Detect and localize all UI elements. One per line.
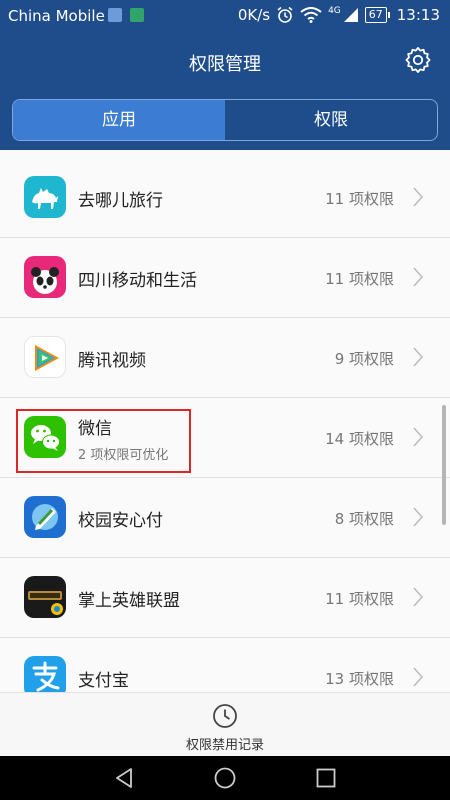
clock: 13:13 <box>396 6 440 24</box>
bottom-action-bar[interactable]: 权限禁用记录 <box>0 692 450 756</box>
alipay-app-icon <box>24 656 66 692</box>
permission-count: 14 项权限 <box>325 430 394 448</box>
permission-count: 11 项权限 <box>325 190 394 208</box>
tab-permissions[interactable]: 权限 <box>225 100 437 140</box>
permission-count: 11 项权限 <box>325 270 394 288</box>
alarm-icon <box>277 6 293 23</box>
list-item-campus-pay[interactable]: 校园安心付 8 项权限 <box>0 478 450 558</box>
status-bar: China Mobile 0K/s 4G 67 13:13 <box>0 0 450 32</box>
settings-gear-icon[interactable] <box>404 46 432 74</box>
chevron-right-icon <box>413 347 424 367</box>
system-nav-bar <box>0 756 450 800</box>
battery-level: 67 <box>364 7 390 23</box>
tab-apps[interactable]: 应用 <box>13 100 225 140</box>
list-item-sichuan-mobile[interactable]: 四川移动和生活 11 项权限 <box>0 238 450 318</box>
view-tabs: 应用 权限 <box>12 99 438 141</box>
permission-count: 9 项权限 <box>334 350 394 368</box>
page-title: 权限管理 <box>189 54 261 75</box>
scrollbar[interactable] <box>442 405 446 525</box>
app-name: 去哪儿旅行 <box>78 191 163 211</box>
app-name: 腾讯视频 <box>78 351 146 371</box>
chevron-right-icon <box>413 507 424 527</box>
chevron-right-icon <box>413 187 424 207</box>
app-name: 四川移动和生活 <box>78 271 197 291</box>
list-item-tencent-video[interactable]: 腾讯视频 9 项权限 <box>0 318 450 398</box>
history-clock-icon <box>213 704 237 728</box>
app-header: 权限管理 应用 权限 <box>0 32 450 150</box>
list-item-alipay[interactable]: 支付宝 13 项权限 <box>0 638 450 692</box>
network-speed: 0K/s <box>237 6 271 24</box>
network-type: 4G <box>328 6 341 16</box>
permission-disable-record-label: 权限禁用记录 <box>185 738 264 753</box>
app-name: 掌上英雄联盟 <box>78 591 180 611</box>
back-icon[interactable] <box>112 766 136 790</box>
tencent-video-app-icon <box>24 336 66 378</box>
campus-pay-app-icon <box>24 496 66 538</box>
recents-icon[interactable] <box>314 766 338 790</box>
app-name: 校园安心付 <box>78 511 163 531</box>
permission-count: 8 项权限 <box>334 510 394 528</box>
sichuan-mobile-app-icon <box>24 256 66 298</box>
list-item-qunar[interactable]: 去哪儿旅行 11 项权限 <box>0 158 450 238</box>
chevron-right-icon <box>413 667 424 687</box>
wifi-icon <box>300 7 322 23</box>
chevron-right-icon <box>413 587 424 607</box>
permission-count: 13 项权限 <box>325 670 394 688</box>
signal-icon <box>343 8 358 22</box>
carrier-label: China Mobile <box>8 7 105 25</box>
gallery-notification-icon <box>108 8 122 22</box>
chevron-right-icon <box>413 427 424 447</box>
wechat-highlight-box <box>16 409 191 473</box>
qunar-app-icon <box>24 176 66 218</box>
home-icon[interactable] <box>213 766 237 790</box>
chevron-right-icon <box>413 267 424 287</box>
permission-count: 11 项权限 <box>325 590 394 608</box>
lol-app-icon <box>24 576 66 618</box>
app-name: 支付宝 <box>78 671 129 691</box>
list-item-lol[interactable]: 掌上英雄联盟 11 项权限 <box>0 558 450 638</box>
app-notification-icon <box>130 8 144 22</box>
